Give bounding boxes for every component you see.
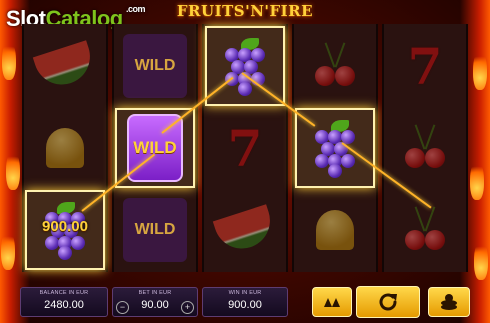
- reel-cell: [295, 26, 375, 106]
- bell-icon: [307, 202, 363, 258]
- cherries-icon: [307, 38, 363, 94]
- bet-increase-button[interactable]: +: [181, 301, 194, 314]
- reel-cell: [205, 190, 285, 270]
- reel-cell: [25, 108, 105, 188]
- gamble-button[interactable]: [428, 287, 470, 317]
- wild-label: WILD: [134, 221, 176, 238]
- flame-icon: [2, 40, 16, 80]
- reel-3: 7: [202, 24, 288, 272]
- reel-cell: [385, 108, 465, 188]
- wild-icon: WILD: [123, 198, 187, 262]
- bet-panel: BET IN EUR 90.00 − +: [112, 287, 198, 317]
- coins-icon: [441, 294, 457, 310]
- wild-icon: WILD: [123, 34, 187, 98]
- reel-cell: WILD: [115, 190, 195, 270]
- balance-panel: BALANCE IN EUR 2480.00: [20, 287, 108, 317]
- seven-icon: 7: [227, 118, 263, 178]
- reel-cell: 7: [205, 108, 285, 188]
- watermelon-icon: [32, 38, 98, 94]
- flame-icon: [6, 150, 20, 190]
- reel-2: WILD WILD WILD: [112, 24, 198, 272]
- reel-grid: 900.00 WILD WILD WILD 7 7: [22, 24, 468, 272]
- game-logo: FRUITS'N'FIRE: [176, 2, 314, 20]
- spin-icon: [379, 293, 397, 311]
- bet-label: BET IN EUR: [138, 290, 172, 296]
- reel-cell: [25, 26, 105, 106]
- flame-icon: [474, 240, 488, 280]
- grapes-icon: [217, 38, 273, 96]
- cherries-icon: [397, 202, 453, 258]
- reel-cell: [295, 190, 375, 270]
- seven-icon: 7: [407, 36, 443, 96]
- flame-icon: [1, 230, 15, 270]
- reel-cell: WILD: [115, 26, 195, 106]
- spin-button[interactable]: [356, 286, 420, 318]
- win-value: 900.00: [228, 299, 262, 311]
- bell-icon: [37, 120, 93, 176]
- watermelon-icon: [212, 202, 278, 258]
- grapes-icon: [307, 120, 363, 178]
- reel-1: 900.00: [22, 24, 108, 272]
- balance-label: BALANCE IN EUR: [39, 290, 89, 296]
- autoplay-button[interactable]: [312, 287, 352, 317]
- reel-4: [292, 24, 378, 272]
- win-amount-overlay: 900.00: [42, 218, 88, 235]
- bet-decrease-button[interactable]: −: [116, 301, 129, 314]
- watermark-suffix: .com: [126, 4, 146, 14]
- reel-cell: 7: [385, 26, 465, 106]
- wild-label: WILD: [134, 57, 176, 74]
- win-label: WIN IN EUR: [228, 290, 262, 296]
- balance-value: 2480.00: [44, 299, 84, 311]
- win-panel: WIN IN EUR 900.00: [202, 287, 288, 317]
- flame-icon: [473, 50, 487, 90]
- cherries-icon: [397, 120, 453, 176]
- autoplay-icon: [324, 298, 340, 307]
- flame-icon: [470, 160, 484, 200]
- reel-5: 7: [382, 24, 468, 272]
